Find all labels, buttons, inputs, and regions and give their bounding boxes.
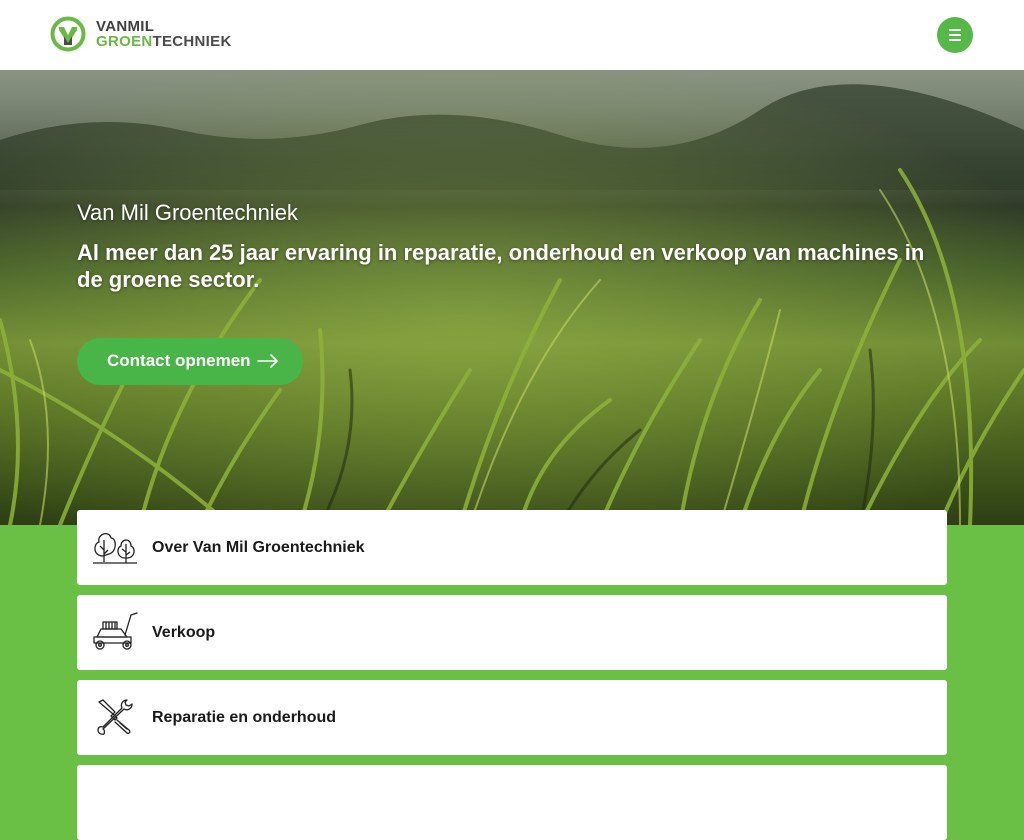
hamburger-icon bbox=[949, 29, 961, 41]
hero-title: Van Mil Groentechniek bbox=[77, 200, 298, 225]
card-label: Over Van Mil Groentechniek bbox=[152, 539, 365, 556]
contact-button[interactable]: Contact opnemen bbox=[77, 338, 303, 385]
logo-text-bottom: GROENTECHNIEK bbox=[96, 33, 232, 50]
grass-background-image bbox=[0, 70, 1024, 525]
card-over-van-mil[interactable]: Over Van Mil Groentechniek bbox=[77, 510, 947, 585]
logo-wordmark: VANMIL GROENTECHNIEK bbox=[96, 19, 232, 49]
contact-button-label: Contact opnemen bbox=[107, 351, 251, 370]
arrow-right-icon bbox=[257, 354, 278, 368]
logo-text-top: VANMIL bbox=[96, 18, 155, 35]
hero-banner: Van Mil Groentechniek Al meer dan 25 jaa… bbox=[0, 70, 1024, 525]
logo[interactable]: VANMIL GROENTECHNIEK bbox=[50, 16, 235, 54]
lawnmower-icon bbox=[93, 612, 138, 650]
trees-icon bbox=[93, 532, 137, 564]
card-verkoop[interactable]: Verkoop bbox=[77, 595, 947, 670]
card-next[interactable] bbox=[77, 765, 947, 840]
menu-button[interactable] bbox=[937, 17, 973, 53]
card-reparatie-onderhoud[interactable]: Reparatie en onderhoud bbox=[77, 680, 947, 755]
hero-subtitle: Al meer dan 25 jaar ervaring in reparati… bbox=[77, 240, 925, 292]
site-header: VANMIL GROENTECHNIEK bbox=[0, 0, 1024, 70]
card-label: Reparatie en onderhoud bbox=[152, 709, 337, 726]
card-label: Verkoop bbox=[152, 624, 216, 641]
tools-icon bbox=[97, 699, 133, 735]
logo-mark-icon bbox=[50, 16, 86, 52]
